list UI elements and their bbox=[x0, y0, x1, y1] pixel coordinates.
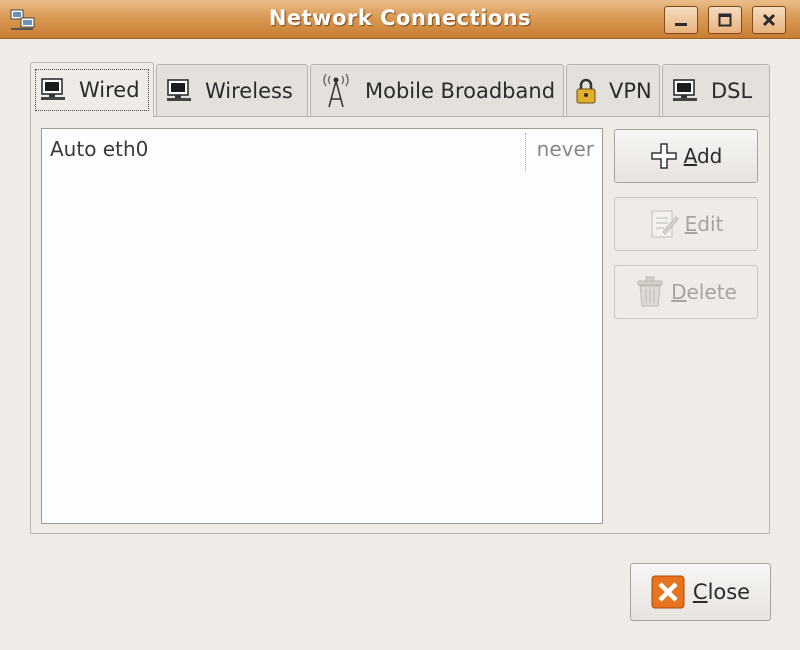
close-x-icon bbox=[651, 575, 685, 609]
add-button[interactable]: Add bbox=[614, 129, 758, 183]
tab-label: DSL bbox=[711, 78, 753, 103]
tab-label: Wireless bbox=[205, 78, 293, 103]
add-label: Add bbox=[683, 144, 723, 168]
edit-icon bbox=[651, 210, 679, 238]
maximize-icon bbox=[718, 13, 732, 27]
tab-label: VPN bbox=[609, 78, 652, 103]
trash-icon bbox=[637, 276, 663, 307]
delete-button[interactable]: Delete bbox=[614, 265, 758, 319]
dsl-network-icon bbox=[673, 78, 697, 101]
minimize-button[interactable] bbox=[664, 6, 698, 34]
antenna-icon bbox=[323, 73, 349, 107]
connection-name: Auto eth0 bbox=[50, 137, 149, 161]
tab-label: Mobile Broadband bbox=[365, 78, 556, 103]
tab-vpn[interactable]: VPN bbox=[566, 64, 660, 116]
tab-dsl[interactable]: DSL bbox=[662, 64, 770, 116]
tab-wired[interactable]: Wired bbox=[30, 62, 154, 117]
close-window-button[interactable] bbox=[752, 6, 786, 34]
edit-button[interactable]: Edit bbox=[614, 197, 758, 251]
wireless-network-icon bbox=[167, 78, 191, 101]
tab-wireless[interactable]: Wireless bbox=[156, 64, 308, 116]
tab-mobile-broadband[interactable]: Mobile Broadband bbox=[310, 64, 564, 116]
edit-label: Edit bbox=[684, 212, 724, 236]
title-bar[interactable]: Network Connections bbox=[0, 0, 800, 39]
column-separator bbox=[525, 133, 526, 171]
lock-icon bbox=[576, 78, 596, 103]
close-icon bbox=[762, 13, 776, 27]
network-connections-window: Network Connections Wired Wireless Mobil… bbox=[0, 0, 800, 650]
delete-label: Delete bbox=[671, 280, 737, 304]
maximize-button[interactable] bbox=[708, 6, 742, 34]
minimize-icon bbox=[675, 23, 687, 26]
close-button[interactable]: Close bbox=[630, 563, 771, 621]
plus-icon bbox=[650, 143, 677, 169]
connection-last-used: never bbox=[536, 137, 594, 161]
connection-list[interactable]: Auto eth0 never bbox=[41, 128, 603, 524]
focus-ring bbox=[35, 69, 149, 111]
close-label: Close bbox=[692, 580, 751, 604]
